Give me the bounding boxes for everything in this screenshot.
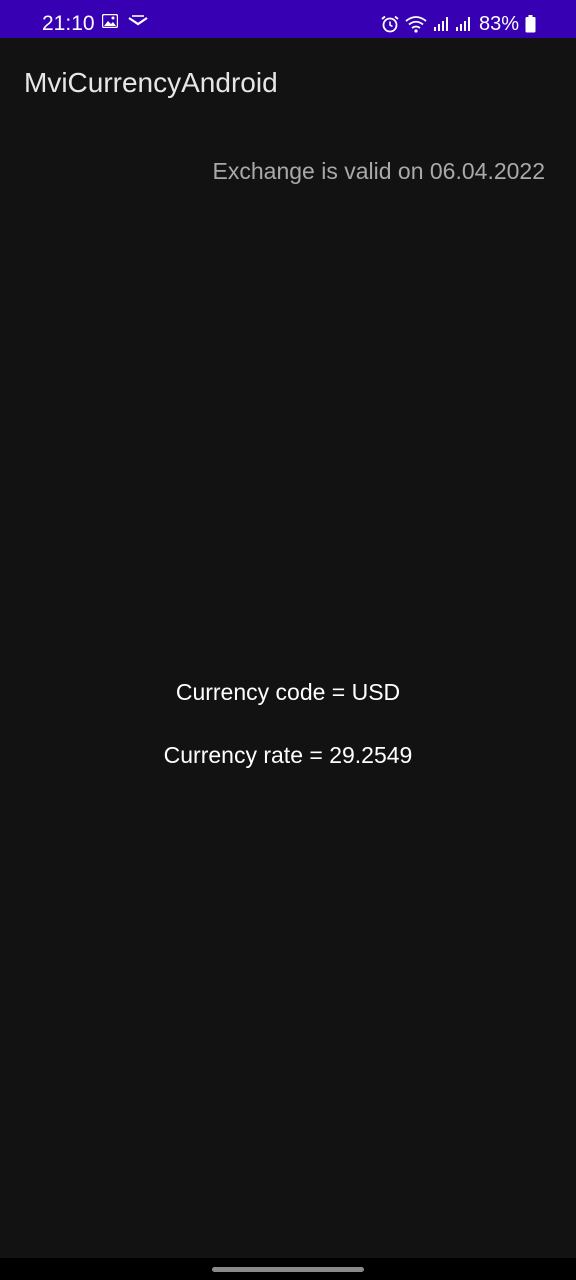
app-screen: 21:10 83% MviCurrencyAndroid Exchange is… (0, 0, 576, 1280)
wifi-icon (405, 15, 427, 33)
currency-code-label: Currency code = USD (175, 679, 401, 705)
home-gesture-handle[interactable] (212, 1267, 364, 1272)
status-right-icons: 83% (381, 12, 536, 36)
battery-percentage: 83% (478, 13, 519, 35)
signal-icon (455, 16, 471, 32)
exchange-valid-date: Exchange is valid on 06.04.2022 (212, 158, 545, 184)
gesture-nav-bar (0, 1258, 576, 1280)
app-title: MviCurrencyAndroid (24, 67, 278, 98)
battery-icon (525, 15, 536, 33)
status-left-icons (102, 14, 148, 28)
status-time: 21:10 (42, 12, 95, 35)
vpn-key-icon (128, 15, 148, 27)
currency-rate-label: Currency rate = 29.2549 (163, 742, 413, 768)
status-bar: 21:10 83% (0, 0, 576, 38)
signal-icon (433, 16, 449, 32)
image-icon (102, 14, 118, 28)
alarm-icon (381, 15, 399, 33)
